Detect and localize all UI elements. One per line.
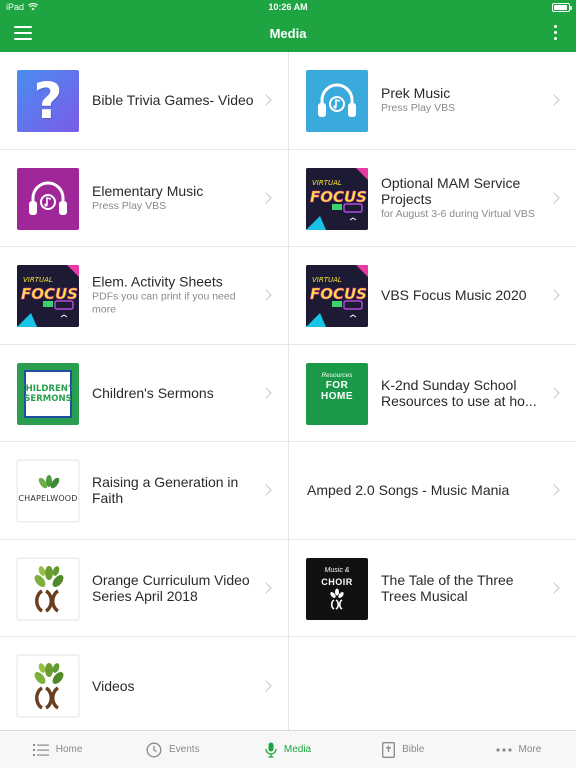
nav-bar: Media (0, 16, 576, 52)
media-item-title: Bible Trivia Games- Video (92, 92, 254, 109)
tab-more[interactable]: More (461, 731, 576, 768)
media-item-text: VBS Focus Music 2020 (381, 287, 542, 303)
media-item-text: K-2nd Sunday School Resources to use at … (381, 377, 542, 409)
media-item[interactable]: CHILDREN'S SERMONS Children's Sermons (0, 344, 289, 442)
media-item-title: Children's Sermons (92, 384, 214, 401)
battery-icon (552, 3, 572, 12)
chevron-right-icon (548, 387, 560, 399)
bible-icon (382, 741, 396, 758)
chapelwood-logo-thumbnail: CHAPELWOOD (17, 460, 79, 522)
media-item-subtitle: PDFs you can print if you need more (92, 290, 236, 316)
media-item[interactable]: Amped 2.0 Songs - Music Mania (289, 442, 576, 540)
media-item[interactable]: ? Bible Trivia Games- Video (0, 52, 289, 150)
chevron-right-icon (548, 192, 560, 204)
media-item-subtitle: for August 3-6 during Virtual VBS (381, 207, 535, 220)
media-item[interactable]: Resources FOR HOME K-2nd Sunday School Reso… (289, 345, 576, 442)
media-grid: ? Bible Trivia Games- Video Prek Music Pres… (0, 52, 576, 735)
media-item[interactable]: Prek Music Press Play VBS (289, 52, 576, 150)
virtual-focus-thumbnail: VIRTUAL FOCUS (17, 265, 79, 327)
childrens-sermons-thumbnail: CHILDREN'S SERMONS (17, 362, 79, 425)
media-item-subtitle: Press Play VBS (381, 102, 456, 115)
list-icon (32, 743, 49, 756)
media-item[interactable]: Videos (0, 637, 289, 735)
microphone-icon (265, 742, 277, 758)
tab-media[interactable]: Media (230, 731, 345, 768)
media-item-subtitle: Press Play VBS (92, 199, 167, 212)
media-item-text: Raising a Generation in Faith (92, 474, 254, 506)
media-item[interactable]: VIRTUAL FOCUS VBS Focus Music 2020 (289, 247, 576, 345)
svg-text:VIRTUAL: VIRTUAL (312, 179, 342, 187)
chevron-right-icon (260, 94, 272, 106)
virtual-focus-thumbnail: VIRTUAL FOCUS (306, 167, 368, 230)
media-item-title: Raising a Generation in Faith (92, 474, 239, 507)
media-item-text: Elem. Activity Sheets PDFs you can print … (92, 274, 254, 317)
media-item-title: Elementary Music (92, 182, 204, 199)
tab-label: More (518, 744, 542, 755)
tab-home[interactable]: Home (0, 731, 115, 768)
for-home-thumbnail: Resources FOR HOME (306, 362, 368, 425)
media-item-title: Amped 2.0 Songs - Music Mania (307, 482, 510, 499)
question-mark-thumbnail: ? (17, 70, 79, 132)
ellipsis-icon (495, 747, 512, 752)
tree-logo-thumbnail (17, 557, 79, 620)
media-item-title: The Tale of the Three Trees Musical (381, 571, 514, 604)
media-item-text: Prek Music Press Play VBS (381, 85, 542, 115)
media-item-text: Amped 2.0 Songs - Music Mania (307, 482, 542, 498)
media-item-title: Videos (92, 677, 135, 694)
empty-cell (289, 637, 576, 735)
tab-label: Bible (402, 744, 425, 755)
media-item[interactable]: CHAPELWOOD Raising a Generation in Faith (0, 442, 289, 540)
media-item-title: Elem. Activity Sheets (92, 273, 223, 290)
tab-label: Home (55, 744, 83, 755)
media-item-text: Videos (92, 678, 254, 694)
music-choir-thumbnail: Music & CHOIR (306, 557, 368, 620)
media-item-title: Orange Curriculum Video Series April 201… (92, 571, 250, 604)
chevron-right-icon (260, 582, 272, 594)
clock-icon (146, 742, 162, 758)
media-item-text: Elementary Music Press Play VBS (92, 183, 254, 213)
media-item-title: K-2nd Sunday School Resources to use at … (381, 376, 537, 409)
media-item[interactable]: VIRTUAL FOCUS Optional MAM Service Project… (289, 150, 576, 247)
virtual-focus-thumbnail: VIRTUAL FOCUS (306, 265, 368, 327)
media-item-title: VBS Focus Music 2020 (381, 287, 527, 304)
media-item-text: Orange Curriculum Video Series April 201… (92, 572, 254, 604)
svg-text:VIRTUAL: VIRTUAL (23, 276, 53, 284)
media-item-title: Prek Music (381, 85, 451, 102)
chevron-right-icon (548, 484, 560, 496)
vertical-ellipsis-icon[interactable] (554, 25, 558, 43)
tab-bible[interactable]: Bible (346, 731, 461, 768)
media-item[interactable]: VIRTUAL FOCUS Elem. Activity Sheets PDFs yo… (0, 247, 289, 345)
media-item-text: Bible Trivia Games- Video (92, 92, 254, 108)
chevron-right-icon (260, 387, 272, 399)
headphones-thumbnail (17, 167, 79, 230)
chevron-right-icon (548, 582, 560, 594)
chevron-right-icon (260, 192, 272, 204)
clock: 10:26 AM (268, 2, 308, 12)
page-title: Media (269, 26, 307, 41)
tab-bar: Home Events Media Bible More (0, 730, 576, 768)
media-item[interactable]: Music & CHOIR The Tale of the Three Trees … (289, 540, 576, 637)
tab-label: Events (169, 744, 200, 755)
tree-logo-thumbnail (17, 655, 79, 717)
media-item-text: The Tale of the Three Trees Musical (381, 572, 542, 604)
chevron-right-icon (260, 680, 272, 692)
media-item-text: Children's Sermons (92, 385, 254, 401)
headphones-thumbnail (306, 70, 368, 132)
media-item[interactable]: Orange Curriculum Video Series April 201… (0, 539, 289, 637)
status-bar: iPad 10:26 AM (0, 0, 576, 16)
media-item-title: Optional MAM Service Projects (381, 174, 521, 207)
chevron-right-icon (260, 289, 272, 301)
svg-text:VIRTUAL: VIRTUAL (312, 276, 342, 284)
tab-label: Media (283, 744, 312, 755)
chevron-right-icon (260, 484, 272, 496)
media-item-text: Optional MAM Service Projects for August … (381, 175, 542, 221)
chevron-right-icon (548, 289, 560, 301)
tab-events[interactable]: Events (115, 731, 230, 768)
media-item[interactable]: Elementary Music Press Play VBS (0, 149, 289, 247)
chevron-right-icon (548, 94, 560, 106)
